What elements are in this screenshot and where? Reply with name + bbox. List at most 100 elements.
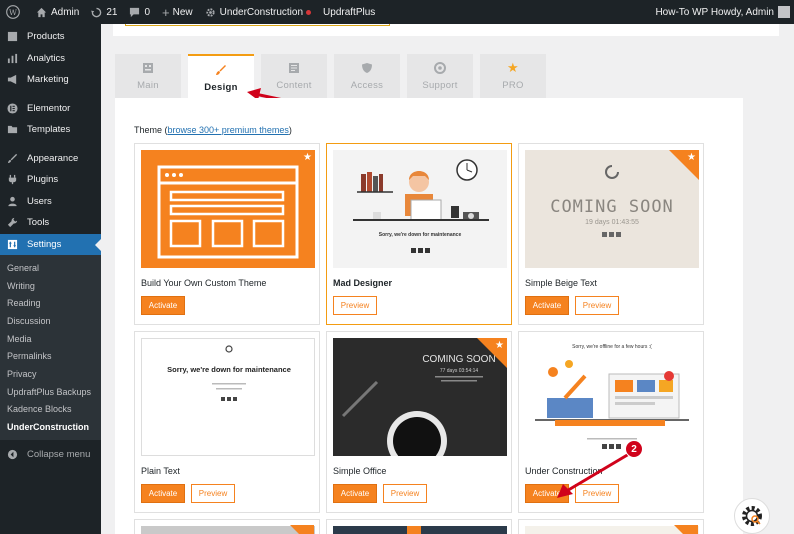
submenu-item-updraftplus-backups[interactable]: UpdraftPlus Backups [0,383,101,401]
theme-thumbnail: Sorry, we're down for maintenance [333,150,507,268]
home-icon [36,7,47,17]
plug-icon [6,174,18,186]
theme-card-build-your-own[interactable]: ★ Build Your Own Custom Theme Activate [134,143,320,325]
brush-icon [215,64,227,77]
sidebar-item-label: Products [27,31,65,43]
activate-button[interactable]: Activate [525,296,569,315]
content-icon [288,62,300,75]
gear-icon [742,506,762,526]
underconstruction-label: UnderConstruction [219,6,304,18]
products-icon [6,31,18,43]
collapse-icon [6,449,18,461]
theme-card-row3-1[interactable] [134,519,320,534]
new-content-link[interactable]: + New [156,0,199,24]
sidebar-item-label: Tools [27,217,50,229]
tab-label: Design [204,81,238,93]
site-name-link[interactable]: Admin [30,0,85,24]
megaphone-icon [6,74,18,86]
thumb-text: Sorry, we're down for maintenance [167,365,291,374]
preview-button[interactable]: Preview [575,296,619,315]
theme-card-row3-3[interactable] [518,519,704,534]
my-account-link[interactable]: How-To WP Howdy, Admin [649,0,794,24]
submenu-item-writing[interactable]: Writing [0,277,101,295]
svg-text:W: W [9,8,17,17]
theme-card-simple-office[interactable]: COMING SOON 77 days 03:54:14 ★ Simple Of… [326,331,512,513]
tab-main[interactable]: Main [115,54,181,98]
submenu-item-general[interactable]: General [0,259,101,277]
star-icon: ★ [303,152,312,163]
tab-label: Support [422,79,458,91]
activate-button[interactable]: Activate [141,484,185,503]
thumb-text: Sorry, we're offline for a few hours :( [572,344,652,350]
browse-themes-link[interactable]: browse 300+ premium themes [168,125,289,135]
updraftplus-link[interactable]: UpdraftPlus [317,0,381,24]
lifebuoy-icon [434,62,446,75]
sidebar-item-label: Users [27,195,52,207]
main-tab-icon [142,62,154,75]
activate-button[interactable]: Activate [141,296,185,315]
submenu-item-permalinks[interactable]: Permalinks [0,347,101,365]
updates-link[interactable]: 21 [85,0,123,24]
sidebar-item-plugins[interactable]: Plugins [0,169,101,191]
sidebar-item-appearance[interactable]: Appearance [0,148,101,170]
gear-icon [206,7,215,17]
updraftplus-label: UpdraftPlus [323,6,376,18]
admin-sidebar: Products Analytics Marketing Elementor T… [0,24,101,534]
sidebar-item-elementor[interactable]: Elementor [0,98,101,120]
activate-button[interactable]: Activate [333,484,377,503]
submenu-item-media[interactable]: Media [0,330,101,348]
collapse-menu-button[interactable]: Collapse menu [0,444,101,466]
sidebar-item-templates[interactable]: Templates [0,119,101,141]
star-icon: ★ [495,340,504,351]
theme-card-row3-2[interactable] [326,519,512,534]
preview-button[interactable]: Preview [383,484,427,503]
submenu-item-underconstruction[interactable]: UnderConstruction [0,418,101,436]
analytics-icon [6,52,18,64]
underconstruction-link[interactable]: UnderConstruction [199,0,317,24]
submenu-item-reading[interactable]: Reading [0,294,101,312]
sidebar-item-marketing[interactable]: Marketing [0,69,101,91]
settings-icon [6,238,18,250]
sidebar-item-tools[interactable]: Tools [0,212,101,234]
theme-card-simple-beige-text[interactable]: COMING SOON 19 days 01:43:55 ★ Simple Be… [518,143,704,325]
wordpress-logo-icon[interactable]: W [0,0,30,24]
tab-support[interactable]: Support [407,54,473,98]
folder-icon [6,124,18,136]
sidebar-item-label: Appearance [27,152,79,164]
thumb-subtitle: 19 days 01:43:55 [585,219,639,226]
sidebar-item-label: Templates [27,124,71,136]
updates-icon [91,7,102,17]
shield-icon [361,62,373,75]
comments-link[interactable]: 0 [123,0,156,24]
construction-illustration: Sorry, we're offline for a few hours :( [535,344,689,449]
theme-card-mad-designer[interactable]: Sorry, we're down for maintenance Mad De… [326,143,512,325]
sidebar-item-label: Plugins [27,174,59,186]
sidebar-item-users[interactable]: Users [0,191,101,213]
plain-text-illustration: Sorry, we're down for maintenance [167,345,291,401]
theme-card-plain-text[interactable]: Sorry, we're down for maintenance Plain … [134,331,320,513]
howdy-label: How-To WP Howdy, Admin [655,6,774,18]
collapse-menu-label: Collapse menu [27,449,91,461]
admin-bar: W Admin 21 0 + New UnderConstruction Upd… [0,0,794,24]
sidebar-item-settings[interactable]: Settings [0,233,101,255]
sidebar-item-products[interactable]: Products [0,26,101,48]
submenu-item-privacy[interactable]: Privacy [0,365,101,383]
thumb-text: Sorry, we're down for maintenance [379,232,462,238]
help-gear-button[interactable] [734,498,770,534]
theme-name: Build Your Own Custom Theme [141,278,267,288]
tab-pro[interactable]: ★ PRO [480,54,546,98]
tab-label: Main [137,79,159,91]
tab-label: PRO [502,79,524,91]
submenu-item-kadence-blocks[interactable]: Kadence Blocks [0,401,101,419]
thumb-title: COMING SOON [550,197,674,217]
avatar [778,6,790,18]
brush-icon [6,152,18,164]
sidebar-item-label: Elementor [27,102,71,114]
sidebar-item-analytics[interactable]: Analytics [0,48,101,70]
theme-name: Plain Text [141,466,180,476]
preview-button[interactable]: Preview [333,296,377,315]
plus-icon: + [162,4,170,20]
preview-button[interactable]: Preview [191,484,235,503]
submenu-item-discussion[interactable]: Discussion [0,312,101,330]
sidebar-item-label: Settings [27,238,62,250]
